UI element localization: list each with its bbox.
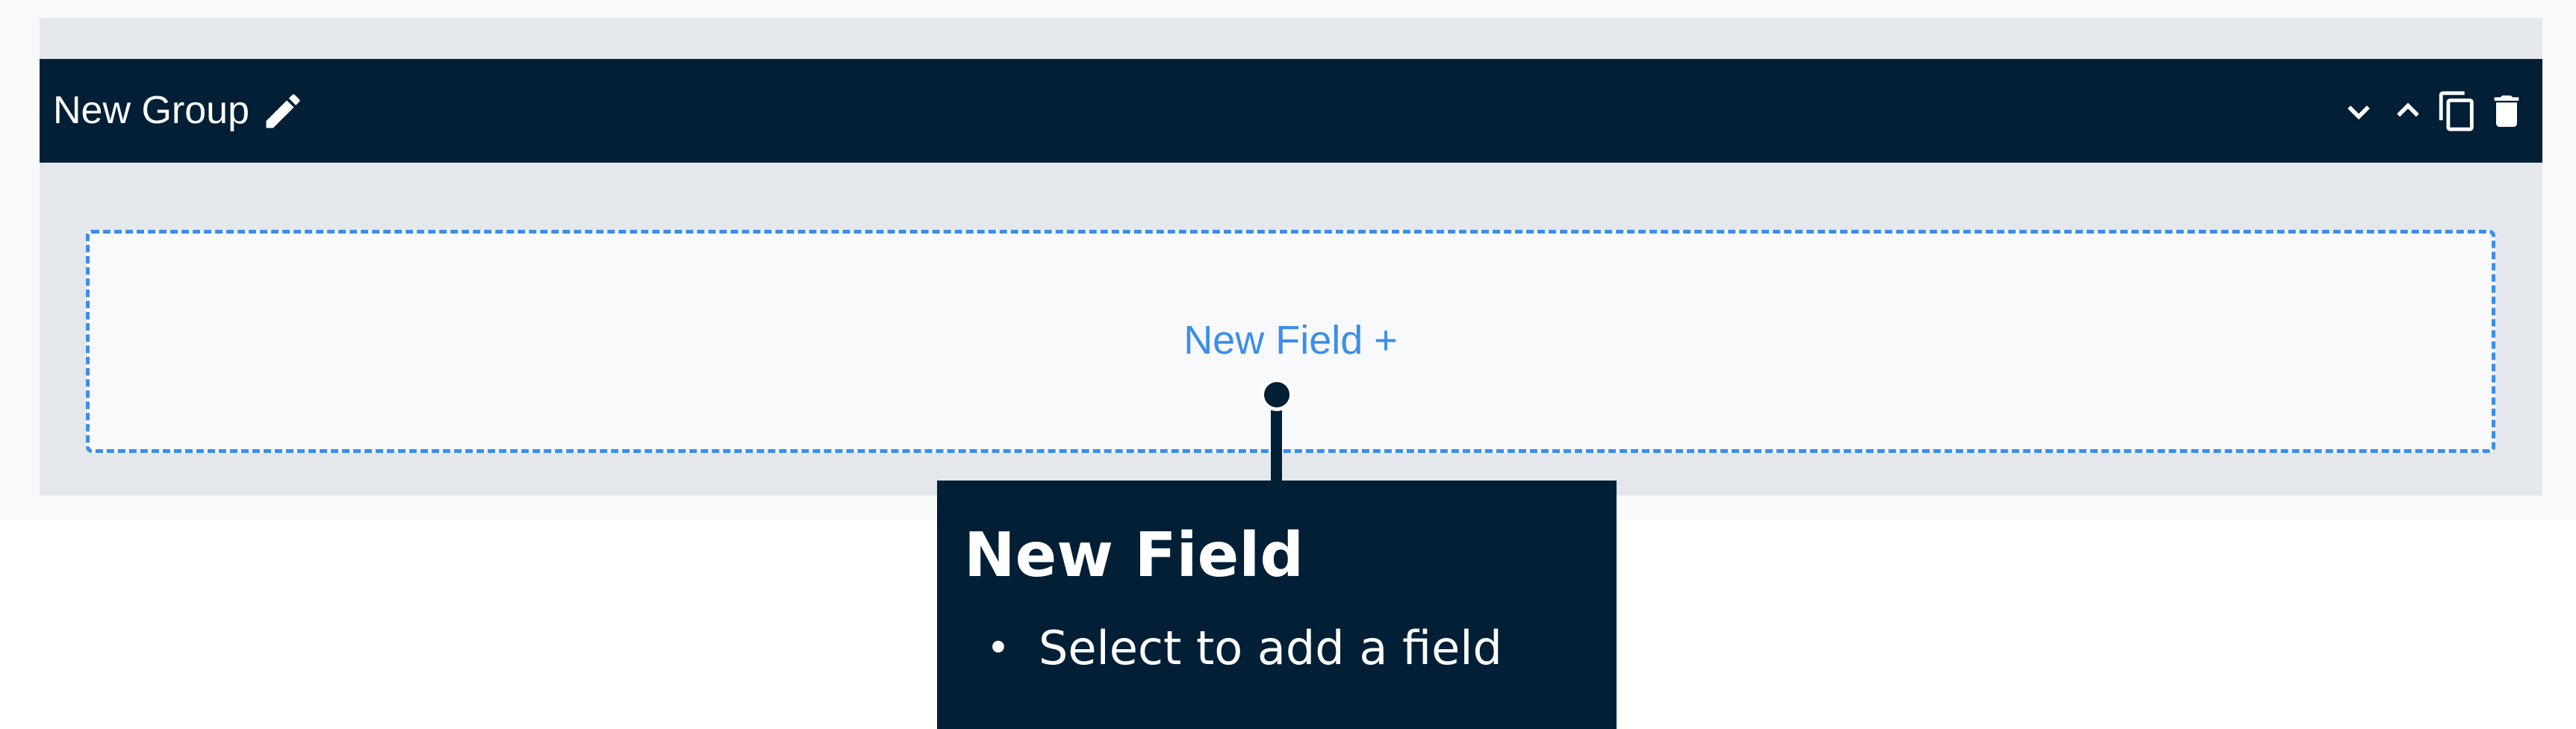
pencil-icon[interactable] [261, 89, 305, 134]
chevron-up-icon[interactable] [2386, 89, 2430, 134]
new-field-button[interactable]: New Field + [90, 317, 2492, 363]
new-field-dropzone[interactable]: New Field + [86, 230, 2495, 453]
trash-icon[interactable] [2484, 89, 2529, 134]
tooltip-list-item: • Select to add a field [964, 621, 1590, 676]
tooltip-title: New Field [964, 520, 1304, 591]
tooltip-item-text: Select to add a field [1039, 621, 1502, 675]
chevron-down-icon[interactable] [2336, 89, 2381, 134]
bullet-icon: • [986, 625, 1010, 672]
new-field-tooltip: New Field • Select to add a field [937, 481, 1617, 729]
group-header: New Group [40, 59, 2542, 163]
copy-icon[interactable] [2435, 89, 2480, 134]
group-title: New Group [53, 89, 249, 132]
tooltip-pointer-dot [1260, 378, 1293, 411]
tooltip-pointer-line [1271, 407, 1282, 481]
group-header-controls [2336, 59, 2529, 163]
tooltip-list: • Select to add a field [964, 621, 1590, 676]
